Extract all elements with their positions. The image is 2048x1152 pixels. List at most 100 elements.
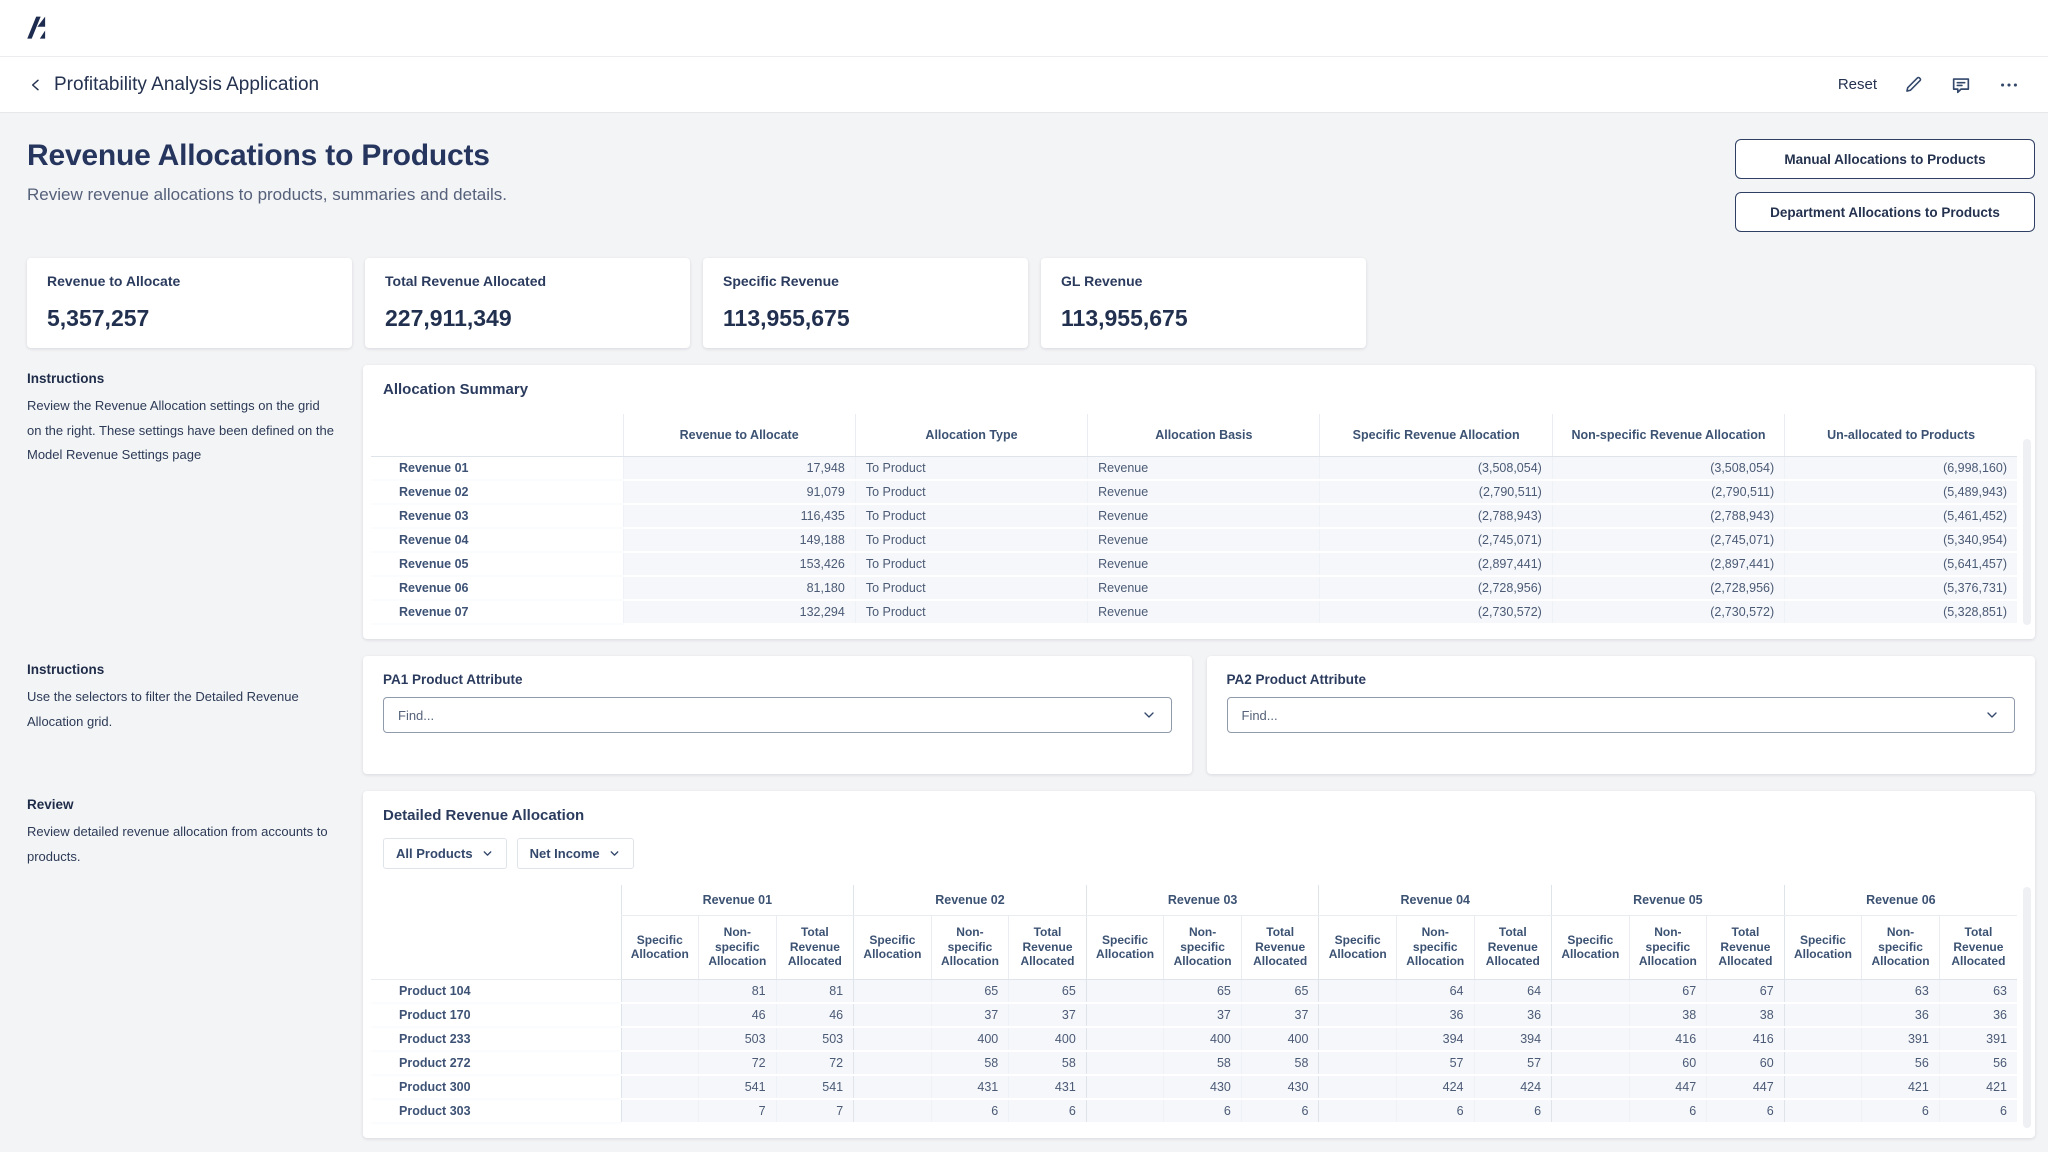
detail-cell[interactable]: 67 [1707, 979, 1785, 1003]
detail-cell[interactable]: 541 [699, 1075, 777, 1099]
comment-icon[interactable] [1950, 74, 1972, 96]
detail-cell[interactable]: 7 [699, 1099, 777, 1123]
detail-cell[interactable] [1086, 1099, 1164, 1123]
detail-cell[interactable]: 63 [1939, 979, 2017, 1003]
detail-cell[interactable]: 64 [1396, 979, 1474, 1003]
summary-cell[interactable]: 132,294 [623, 600, 855, 624]
summary-cell[interactable]: (6,998,160) [1785, 456, 2017, 480]
department-allocations-button[interactable]: Department Allocations to Products [1735, 192, 2035, 232]
detail-cell[interactable] [1552, 979, 1630, 1003]
detail-row-label[interactable]: Product 272 [371, 1051, 621, 1075]
detail-cell[interactable] [621, 1027, 699, 1051]
detail-cell[interactable]: 424 [1474, 1075, 1552, 1099]
summary-cell[interactable]: Revenue [1088, 528, 1320, 552]
detail-cell[interactable] [1086, 1075, 1164, 1099]
detail-cell[interactable]: 38 [1707, 1003, 1785, 1027]
detail-cell[interactable]: 81 [699, 979, 777, 1003]
detail-cell[interactable] [1784, 1075, 1862, 1099]
summary-cell[interactable]: (2,728,956) [1552, 576, 1784, 600]
detail-cell[interactable]: 36 [1939, 1003, 2017, 1027]
summary-cell[interactable]: To Product [855, 504, 1087, 528]
summary-row-label[interactable]: Revenue 04 [371, 528, 623, 552]
detail-cell[interactable]: 416 [1707, 1027, 1785, 1051]
summary-cell[interactable]: (5,489,943) [1785, 480, 2017, 504]
detail-cell[interactable]: 424 [1396, 1075, 1474, 1099]
summary-cell[interactable]: 116,435 [623, 504, 855, 528]
summary-cell[interactable]: Revenue [1088, 600, 1320, 624]
detail-cell[interactable] [1319, 1003, 1397, 1027]
detail-table-scrollbar[interactable] [2023, 887, 2031, 1128]
detail-cell[interactable] [854, 979, 932, 1003]
detail-cell[interactable] [854, 1051, 932, 1075]
detail-cell[interactable]: 503 [776, 1027, 854, 1051]
detail-cell[interactable]: 56 [1862, 1051, 1940, 1075]
anaplan-logo-icon[interactable] [24, 15, 50, 41]
summary-cell[interactable]: (2,745,071) [1552, 528, 1784, 552]
detail-cell[interactable] [1552, 1003, 1630, 1027]
detail-cell[interactable] [1319, 1075, 1397, 1099]
detail-cell[interactable]: 6 [931, 1099, 1009, 1123]
detail-cell[interactable]: 7 [776, 1099, 854, 1123]
summary-cell[interactable]: (5,461,452) [1785, 504, 2017, 528]
detail-row-label[interactable]: Product 170 [371, 1003, 621, 1027]
summary-cell[interactable]: To Product [855, 576, 1087, 600]
detail-cell[interactable]: 6 [1241, 1099, 1319, 1123]
detail-cell[interactable] [1552, 1027, 1630, 1051]
detail-cell[interactable]: 46 [776, 1003, 854, 1027]
detail-cell[interactable] [1552, 1051, 1630, 1075]
reset-button[interactable]: Reset [1838, 76, 1877, 93]
detail-row-label[interactable]: Product 300 [371, 1075, 621, 1099]
detail-cell[interactable]: 421 [1939, 1075, 2017, 1099]
summary-cell[interactable]: To Product [855, 528, 1087, 552]
detail-cell[interactable]: 64 [1474, 979, 1552, 1003]
detail-cell[interactable]: 6 [1707, 1099, 1785, 1123]
summary-cell[interactable]: Revenue [1088, 552, 1320, 576]
detail-cell[interactable]: 503 [699, 1027, 777, 1051]
detail-cell[interactable]: 416 [1629, 1027, 1707, 1051]
detail-cell[interactable]: 6 [1474, 1099, 1552, 1123]
detail-cell[interactable]: 65 [1009, 979, 1087, 1003]
detail-cell[interactable]: 63 [1862, 979, 1940, 1003]
detail-cell[interactable]: 81 [776, 979, 854, 1003]
detail-cell[interactable] [621, 1003, 699, 1027]
detail-cell[interactable]: 65 [1164, 979, 1242, 1003]
summary-cell[interactable]: (2,790,511) [1552, 480, 1784, 504]
detail-cell[interactable] [1086, 1051, 1164, 1075]
summary-cell[interactable]: Revenue [1088, 504, 1320, 528]
summary-cell[interactable]: 91,079 [623, 480, 855, 504]
detail-cell[interactable]: 65 [931, 979, 1009, 1003]
detail-cell[interactable] [621, 1099, 699, 1123]
detail-cell[interactable]: 57 [1396, 1051, 1474, 1075]
summary-cell[interactable]: (5,340,954) [1785, 528, 2017, 552]
summary-cell[interactable]: (3,508,054) [1552, 456, 1784, 480]
summary-cell[interactable]: 81,180 [623, 576, 855, 600]
detail-cell[interactable] [1319, 1051, 1397, 1075]
detail-cell[interactable]: 430 [1164, 1075, 1242, 1099]
detail-cell[interactable]: 72 [699, 1051, 777, 1075]
summary-cell[interactable]: (5,328,851) [1785, 600, 2017, 624]
detail-cell[interactable] [854, 1003, 932, 1027]
pa1-find-input[interactable] [398, 708, 1141, 723]
detail-row-label[interactable]: Product 233 [371, 1027, 621, 1051]
detail-cell[interactable]: 6 [1862, 1099, 1940, 1123]
summary-cell[interactable]: Revenue [1088, 576, 1320, 600]
edit-pencil-icon[interactable] [1903, 74, 1924, 95]
summary-cell[interactable]: To Product [855, 456, 1087, 480]
detail-cell[interactable]: 37 [1164, 1003, 1242, 1027]
detail-cell[interactable]: 65 [1241, 979, 1319, 1003]
pa2-find-input[interactable] [1242, 708, 1985, 723]
detail-cell[interactable]: 6 [1009, 1099, 1087, 1123]
detail-cell[interactable]: 46 [699, 1003, 777, 1027]
summary-row-label[interactable]: Revenue 01 [371, 456, 623, 480]
detail-cell[interactable]: 58 [1164, 1051, 1242, 1075]
detail-cell[interactable]: 400 [931, 1027, 1009, 1051]
summary-cell[interactable]: (2,788,943) [1320, 504, 1552, 528]
detail-row-label[interactable]: Product 303 [371, 1099, 621, 1123]
detail-cell[interactable]: 431 [931, 1075, 1009, 1099]
summary-cell[interactable]: (5,641,457) [1785, 552, 2017, 576]
detail-cell[interactable]: 6 [1396, 1099, 1474, 1123]
detail-cell[interactable]: 60 [1707, 1051, 1785, 1075]
summary-cell[interactable]: To Product [855, 552, 1087, 576]
pa2-select[interactable] [1227, 697, 2016, 733]
detail-cell[interactable]: 391 [1862, 1027, 1940, 1051]
